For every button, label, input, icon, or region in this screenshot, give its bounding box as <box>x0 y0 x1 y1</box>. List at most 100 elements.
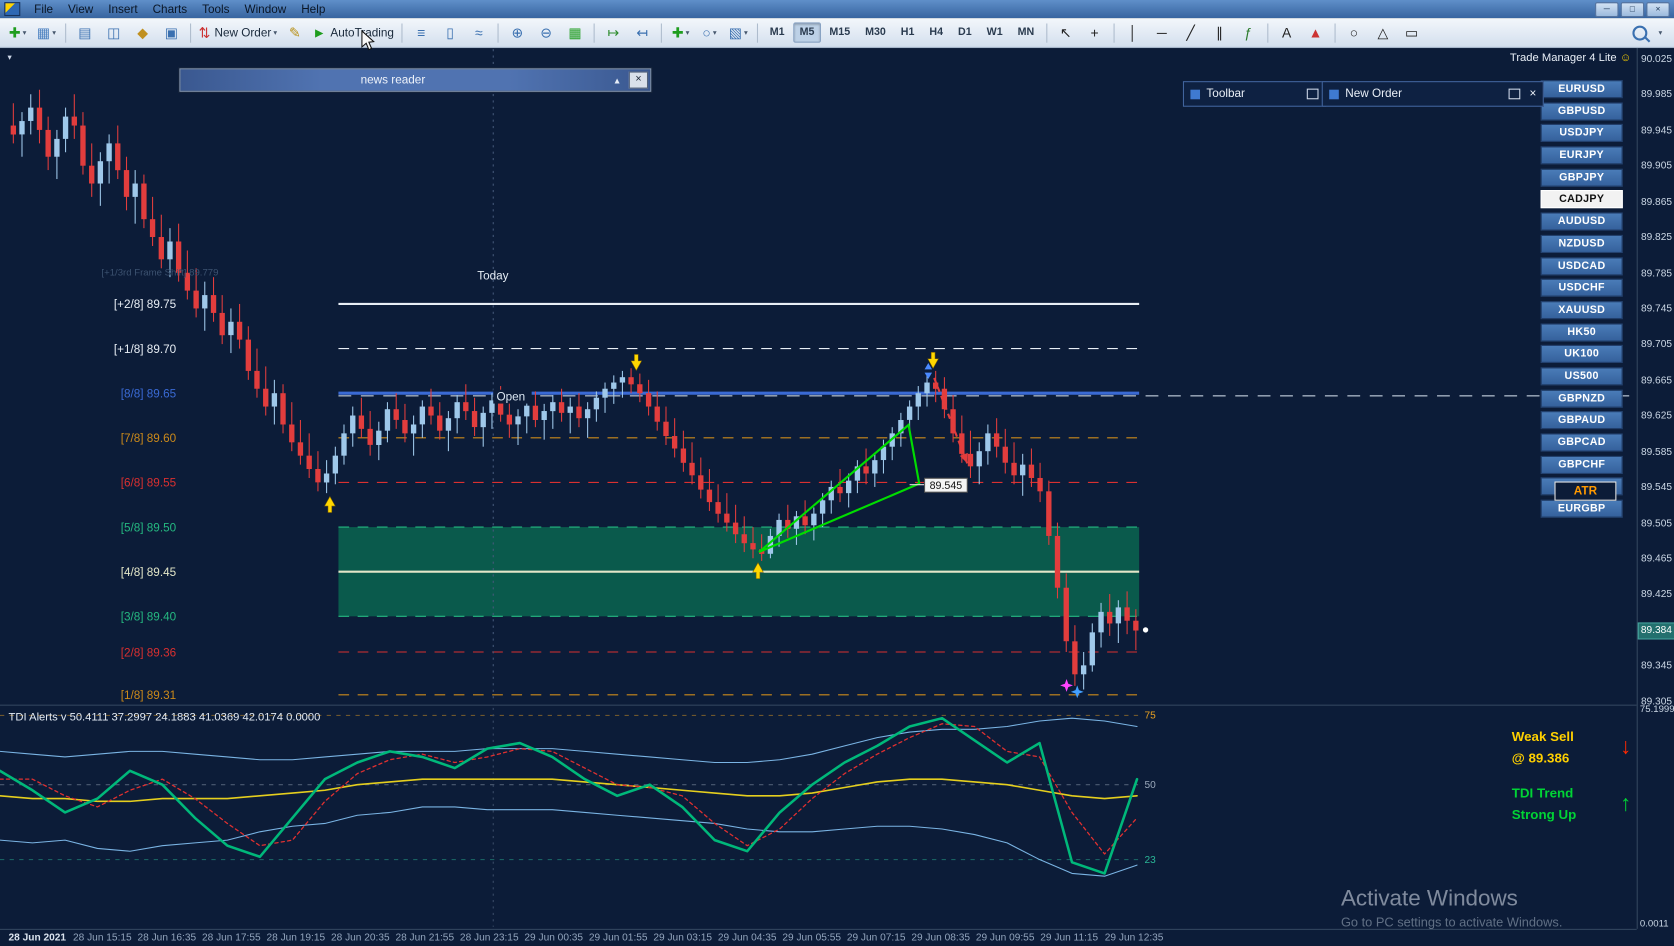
bars-chart-button[interactable]: ≡ <box>408 21 435 43</box>
chart-menu-caret-icon[interactable]: ▾ <box>7 52 11 62</box>
timeframe-h4-button[interactable]: H4 <box>923 22 949 42</box>
new-order-button[interactable]: ⇅New Order▾ <box>196 21 279 43</box>
tdi-lower-volatility-band <box>0 807 1137 876</box>
timeframe-mn-button[interactable]: MN <box>1011 22 1040 42</box>
candle-body <box>28 108 33 121</box>
symbol-cadjpy-button[interactable]: CADJPY <box>1541 191 1623 209</box>
menu-charts[interactable]: Charts <box>145 2 195 17</box>
main-chart-canvas[interactable]: 89.545[+2/8] 89.75[+1/8] 89.70[8/8] 89.6… <box>0 47 1640 705</box>
fibonacci-button[interactable]: ƒ <box>1235 21 1262 43</box>
new-order-panel-titlebar[interactable]: New Order × <box>1322 81 1544 107</box>
atr-button[interactable]: ATR <box>1554 482 1616 501</box>
vertical-line-button[interactable]: │ <box>1120 21 1147 43</box>
profiles-button[interactable]: ▦▾ <box>33 21 60 43</box>
timeframe-h1-button[interactable]: H1 <box>894 22 920 42</box>
text-label-button[interactable]: A <box>1273 21 1300 43</box>
symbol-usdjpy-button[interactable]: USDJPY <box>1541 124 1623 142</box>
timeframe-d1-button[interactable]: D1 <box>952 22 978 42</box>
news-reader-window[interactable]: news reader ▲ × <box>179 68 651 91</box>
toolbar-panel-titlebar[interactable]: Toolbar <box>1183 81 1326 107</box>
symbol-gbpnzd-button[interactable]: GBPNZD <box>1541 389 1623 407</box>
autotrading-button[interactable]: ►AutoTrading <box>310 21 396 43</box>
zoom-out-button[interactable]: ⊖ <box>533 21 560 43</box>
symbol-eurgbp-button[interactable]: EURGBP <box>1541 500 1623 518</box>
horizontal-line-button[interactable]: ─ <box>1148 21 1175 43</box>
symbol-audusd-button[interactable]: AUDUSD <box>1541 213 1623 231</box>
new-chart-button[interactable]: ✚▾ <box>4 21 31 43</box>
metaeditor-button[interactable]: ✎ <box>281 21 308 43</box>
symbol-usdchf-button[interactable]: USDCHF <box>1541 279 1623 297</box>
price-axis[interactable]: 90.02589.98589.94589.90589.86589.82589.7… <box>1637 47 1674 929</box>
timeframe-m15-button[interactable]: M15 <box>823 22 857 42</box>
symbol-gbpusd-button[interactable]: GBPUSD <box>1541 102 1623 120</box>
star-marker-icon <box>1071 685 1084 698</box>
symbol-hk50-button[interactable]: HK50 <box>1541 323 1623 341</box>
window-restore-button[interactable]: □ <box>1621 2 1644 17</box>
symbol-gbpchf-button[interactable]: GBPCHF <box>1541 456 1623 474</box>
tile-windows-button[interactable]: ▦ <box>562 21 589 43</box>
menu-window[interactable]: Window <box>237 2 294 17</box>
candle-body <box>1107 612 1112 624</box>
rectangle-shape-button[interactable]: ▭ <box>1398 21 1425 43</box>
candle-body <box>1037 478 1042 491</box>
symbol-gbpcad-button[interactable]: GBPCAD <box>1541 433 1623 451</box>
symbol-gbpaud-button[interactable]: GBPAUD <box>1541 411 1623 429</box>
panel-divider[interactable] <box>0 705 1637 706</box>
terminal-button[interactable]: ▣ <box>158 21 185 43</box>
triangle-shape-button[interactable]: △ <box>1369 21 1396 43</box>
symbol-us500-button[interactable]: US500 <box>1541 367 1623 385</box>
symbol-eurusd-button[interactable]: EURUSD <box>1541 80 1623 98</box>
horizontal-line-icon: ─ <box>1157 26 1167 40</box>
toolbar-panel-maximize-button[interactable] <box>1307 89 1319 100</box>
window-minimize-button[interactable]: ─ <box>1595 2 1618 17</box>
window-close-button[interactable]: × <box>1646 2 1669 17</box>
navigator-icon: ◆ <box>137 26 148 40</box>
trendline-button[interactable]: ╱ <box>1177 21 1204 43</box>
toolbar-overflow-icon[interactable]: ▾ <box>1659 28 1663 37</box>
arrows-tool-button[interactable]: ▲ <box>1302 21 1329 43</box>
menu-tools[interactable]: Tools <box>195 2 237 17</box>
menu-view[interactable]: View <box>61 2 101 17</box>
chart-shift-button[interactable]: ↤ <box>629 21 656 43</box>
crosshair-button[interactable]: + <box>1081 21 1108 43</box>
candle-body <box>367 429 372 445</box>
ellipse-button[interactable]: ○ <box>1341 21 1368 43</box>
timeframe-m1-button[interactable]: M1 <box>763 22 791 42</box>
new-order-panel-maximize-button[interactable] <box>1508 89 1520 100</box>
news-reader-close-button[interactable]: × <box>629 72 648 89</box>
new-order-panel-close-button[interactable]: × <box>1529 88 1536 101</box>
channel-button[interactable]: ∥ <box>1206 21 1233 43</box>
time-label: 29 Jun 03:15 <box>653 932 712 944</box>
time-axis[interactable]: 28 Jun 202128 Jun 15:1528 Jun 16:3528 Ju… <box>0 929 1637 946</box>
market-watch-button[interactable]: ▤ <box>72 21 99 43</box>
menu-file[interactable]: File <box>27 2 61 17</box>
symbol-xauusd-button[interactable]: XAUUSD <box>1541 301 1623 319</box>
candle-body <box>689 463 694 475</box>
symbol-usdcad-button[interactable]: USDCAD <box>1541 257 1623 275</box>
line-chart-button[interactable]: ≈ <box>466 21 493 43</box>
candles-chart-button[interactable]: ▯ <box>437 21 464 43</box>
search-icon[interactable] <box>1633 25 1648 40</box>
timeframe-m30-button[interactable]: M30 <box>859 22 893 42</box>
cursor-button[interactable]: ↖ <box>1052 21 1079 43</box>
data-window-button[interactable]: ◫ <box>100 21 127 43</box>
timeframe-m5-button[interactable]: M5 <box>793 22 821 42</box>
menu-help[interactable]: Help <box>294 2 333 17</box>
bars-chart-icon: ≡ <box>417 26 425 40</box>
indicators-button[interactable]: ✚▾ <box>667 21 694 43</box>
menu-insert[interactable]: Insert <box>101 2 145 17</box>
symbol-gbpjpy-button[interactable]: GBPJPY <box>1541 168 1623 186</box>
news-reader-collapse-button[interactable]: ▲ <box>605 75 628 85</box>
symbol-uk100-button[interactable]: UK100 <box>1541 345 1623 363</box>
tdi-rsi-price-line <box>0 718 1137 873</box>
auto-scroll-button[interactable]: ↦ <box>600 21 627 43</box>
periods-button[interactable]: ○▾ <box>696 21 723 43</box>
symbol-eurjpy-button[interactable]: EURJPY <box>1541 146 1623 164</box>
zoom-in-button[interactable]: ⊕ <box>504 21 531 43</box>
templates-button[interactable]: ▧▾ <box>725 21 752 43</box>
timeframe-w1-button[interactable]: W1 <box>980 22 1009 42</box>
candle-body <box>707 490 712 502</box>
navigator-button[interactable]: ◆ <box>129 21 156 43</box>
tdi-level-label: 50 <box>1144 780 1156 791</box>
symbol-nzdusd-button[interactable]: NZDUSD <box>1541 235 1623 253</box>
